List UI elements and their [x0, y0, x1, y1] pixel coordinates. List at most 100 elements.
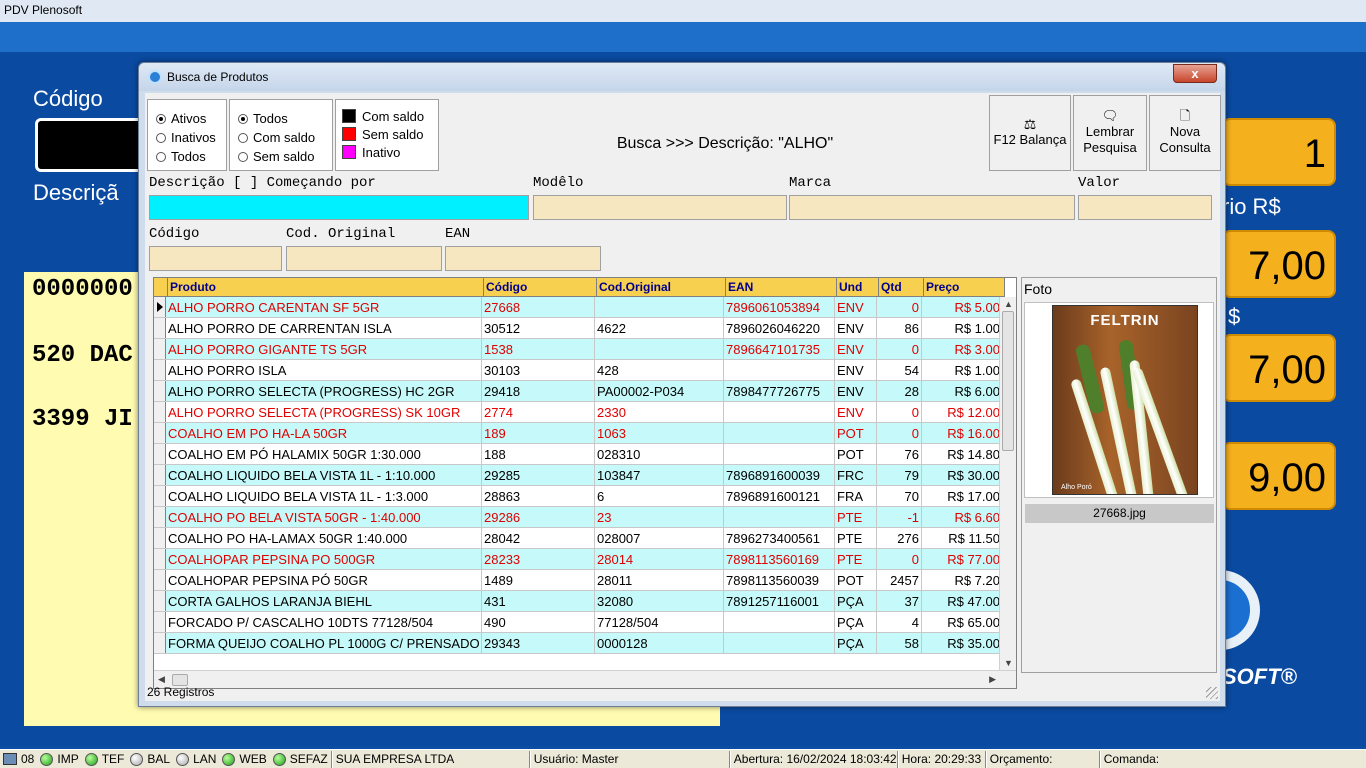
cell-ean[interactable] — [724, 612, 835, 632]
row-indicator[interactable] — [154, 444, 166, 464]
row-indicator[interactable] — [154, 591, 166, 611]
cell-codigo[interactable]: 28042 — [482, 528, 595, 548]
cell-preco[interactable]: R$ 11.50 — [922, 528, 1003, 548]
horizontal-scrollbar[interactable]: ◀ ▶ — [154, 670, 1016, 688]
cell-ean[interactable] — [724, 507, 835, 527]
codigo-input[interactable] — [149, 246, 282, 271]
row-indicator[interactable] — [154, 423, 166, 443]
cell-ean[interactable] — [724, 444, 835, 464]
radio-com-saldo[interactable]: Com saldo — [230, 128, 332, 147]
col-header-preco[interactable]: Preço — [924, 278, 1005, 296]
radio-sem-saldo[interactable]: Sem saldo — [230, 147, 332, 166]
row-indicator[interactable] — [154, 612, 166, 632]
radio-todos-saldo[interactable]: Todos — [230, 109, 332, 128]
cell-codigo[interactable]: 490 — [482, 612, 595, 632]
table-row[interactable]: CORTA GALHOS LARANJA BIEHL 431 32080 789125… — [154, 591, 1003, 612]
cell-und[interactable]: POT — [835, 423, 877, 443]
cell-codigo[interactable]: 28863 — [482, 486, 595, 506]
table-row[interactable]: COALHO LIQUIDO BELA VISTA 1L - 1:3.000 28… — [154, 486, 1003, 507]
cell-ean[interactable]: 7896647101735 — [724, 339, 835, 359]
cell-qtd[interactable]: 0 — [877, 297, 922, 317]
row-indicator[interactable] — [154, 318, 166, 338]
vertical-scrollbar[interactable]: ▲ ▼ — [999, 297, 1016, 670]
cell-und[interactable]: PTE — [835, 507, 877, 527]
row-indicator[interactable] — [154, 381, 166, 401]
cell-preco[interactable]: R$ 77.00 — [922, 549, 1003, 569]
table-row[interactable]: COALHO EM PÓ HALAMIX 50GR 1:30.000 188 028… — [154, 444, 1003, 465]
cell-codigo[interactable]: 2774 — [482, 402, 595, 422]
row-indicator[interactable] — [154, 633, 166, 653]
cell-qtd[interactable]: 0 — [877, 402, 922, 422]
cell-cod-original[interactable]: PA00002-P034 — [595, 381, 724, 401]
cell-und[interactable]: FRA — [835, 486, 877, 506]
cell-preco[interactable]: R$ 12.00 — [922, 402, 1003, 422]
cell-und[interactable]: ENV — [835, 339, 877, 359]
radio-todos-status[interactable]: Todos — [148, 147, 226, 166]
radio-ativos[interactable]: Ativos — [148, 109, 226, 128]
table-row[interactable]: ALHO PORRO GIGANTE TS 5GR 1538 78966471017… — [154, 339, 1003, 360]
cell-produto[interactable]: ALHO PORRO ISLA — [166, 360, 482, 380]
cell-cod-original[interactable] — [595, 339, 724, 359]
resize-grip-icon[interactable] — [1206, 687, 1218, 699]
cell-und[interactable]: ENV — [835, 402, 877, 422]
cell-cod-original[interactable]: 028310 — [595, 444, 724, 464]
close-button[interactable]: x — [1173, 64, 1217, 83]
cell-ean[interactable]: 7891257116001 — [724, 591, 835, 611]
ean-input[interactable] — [445, 246, 601, 271]
cell-und[interactable]: FRC — [835, 465, 877, 485]
cell-produto[interactable]: ALHO PORRO DE CARRENTAN ISLA — [166, 318, 482, 338]
scroll-right-icon[interactable]: ▶ — [989, 674, 996, 685]
cell-preco[interactable]: R$ 1.00 — [922, 318, 1003, 338]
dialog-title-bar[interactable]: Busca de Produtos x — [139, 63, 1225, 91]
cell-produto[interactable]: ALHO PORRO GIGANTE TS 5GR — [166, 339, 482, 359]
table-row[interactable]: COALHO PO HA-LAMAX 50GR 1:40.000 28042 028… — [154, 528, 1003, 549]
col-header-produto[interactable]: Produto — [168, 278, 484, 296]
cell-cod-original[interactable]: 028007 — [595, 528, 724, 548]
cell-preco[interactable]: R$ 35.00 — [922, 633, 1003, 653]
cod-original-input[interactable] — [286, 246, 442, 271]
lembrar-pesquisa-button[interactable]: 🗨 Lembrar Pesquisa — [1073, 95, 1147, 171]
cell-und[interactable]: PTE — [835, 549, 877, 569]
cell-produto[interactable]: CORTA GALHOS LARANJA BIEHL — [166, 591, 482, 611]
table-row[interactable]: COALHO PO BELA VISTA 50GR - 1:40.000 2928… — [154, 507, 1003, 528]
cell-preco[interactable]: R$ 14.80 — [922, 444, 1003, 464]
cell-qtd[interactable]: 76 — [877, 444, 922, 464]
cell-qtd[interactable]: 37 — [877, 591, 922, 611]
cell-cod-original[interactable]: 6 — [595, 486, 724, 506]
cell-codigo[interactable]: 431 — [482, 591, 595, 611]
cell-produto[interactable]: COALHOPAR PEPSINA PÓ 50GR — [166, 570, 482, 590]
cell-ean[interactable] — [724, 423, 835, 443]
cell-cod-original[interactable]: 23 — [595, 507, 724, 527]
vertical-scroll-thumb[interactable] — [1002, 311, 1014, 451]
scroll-left-icon[interactable]: ◀ — [158, 674, 165, 685]
col-header-ean[interactable]: EAN — [726, 278, 837, 296]
col-header-und[interactable]: Und — [837, 278, 879, 296]
cell-ean[interactable]: 7896026046220 — [724, 318, 835, 338]
cell-cod-original[interactable]: 32080 — [595, 591, 724, 611]
table-row[interactable]: COALHOPAR PEPSINA PO 500GR 28233 28014 7898… — [154, 549, 1003, 570]
cell-qtd[interactable]: 28 — [877, 381, 922, 401]
cell-preco[interactable]: R$ 1.00 — [922, 360, 1003, 380]
cell-preco[interactable]: R$ 16.00 — [922, 423, 1003, 443]
row-indicator[interactable] — [154, 549, 166, 569]
cell-codigo[interactable]: 29286 — [482, 507, 595, 527]
table-row[interactable]: COALHO LIQUIDO BELA VISTA 1L - 1:10.000 2… — [154, 465, 1003, 486]
cell-preco[interactable]: R$ 65.00 — [922, 612, 1003, 632]
cell-codigo[interactable]: 29285 — [482, 465, 595, 485]
cell-codigo[interactable]: 29418 — [482, 381, 595, 401]
cell-qtd[interactable]: 86 — [877, 318, 922, 338]
row-indicator[interactable] — [154, 507, 166, 527]
table-row[interactable]: ALHO PORRO DE CARRENTAN ISLA 30512 4622 789… — [154, 318, 1003, 339]
table-row[interactable]: ALHO PORRO CARENTAN SF 5GR 27668 789606105… — [154, 297, 1003, 318]
cell-cod-original[interactable]: 103847 — [595, 465, 724, 485]
cell-produto[interactable]: COALHOPAR PEPSINA PO 500GR — [166, 549, 482, 569]
cell-qtd[interactable]: -1 — [877, 507, 922, 527]
cell-ean[interactable]: 7896061053894 — [724, 297, 835, 317]
table-row[interactable]: ALHO PORRO ISLA 30103 428 ENV 54 R$ 1.00 — [154, 360, 1003, 381]
cell-und[interactable]: POT — [835, 444, 877, 464]
f12-balanca-button[interactable]: ⚖ F12 Balança — [989, 95, 1071, 171]
cell-ean[interactable]: 7898113560039 — [724, 570, 835, 590]
cell-preco[interactable]: R$ 6.00 — [922, 381, 1003, 401]
cell-und[interactable]: POT — [835, 570, 877, 590]
cell-preco[interactable]: R$ 30.00 — [922, 465, 1003, 485]
